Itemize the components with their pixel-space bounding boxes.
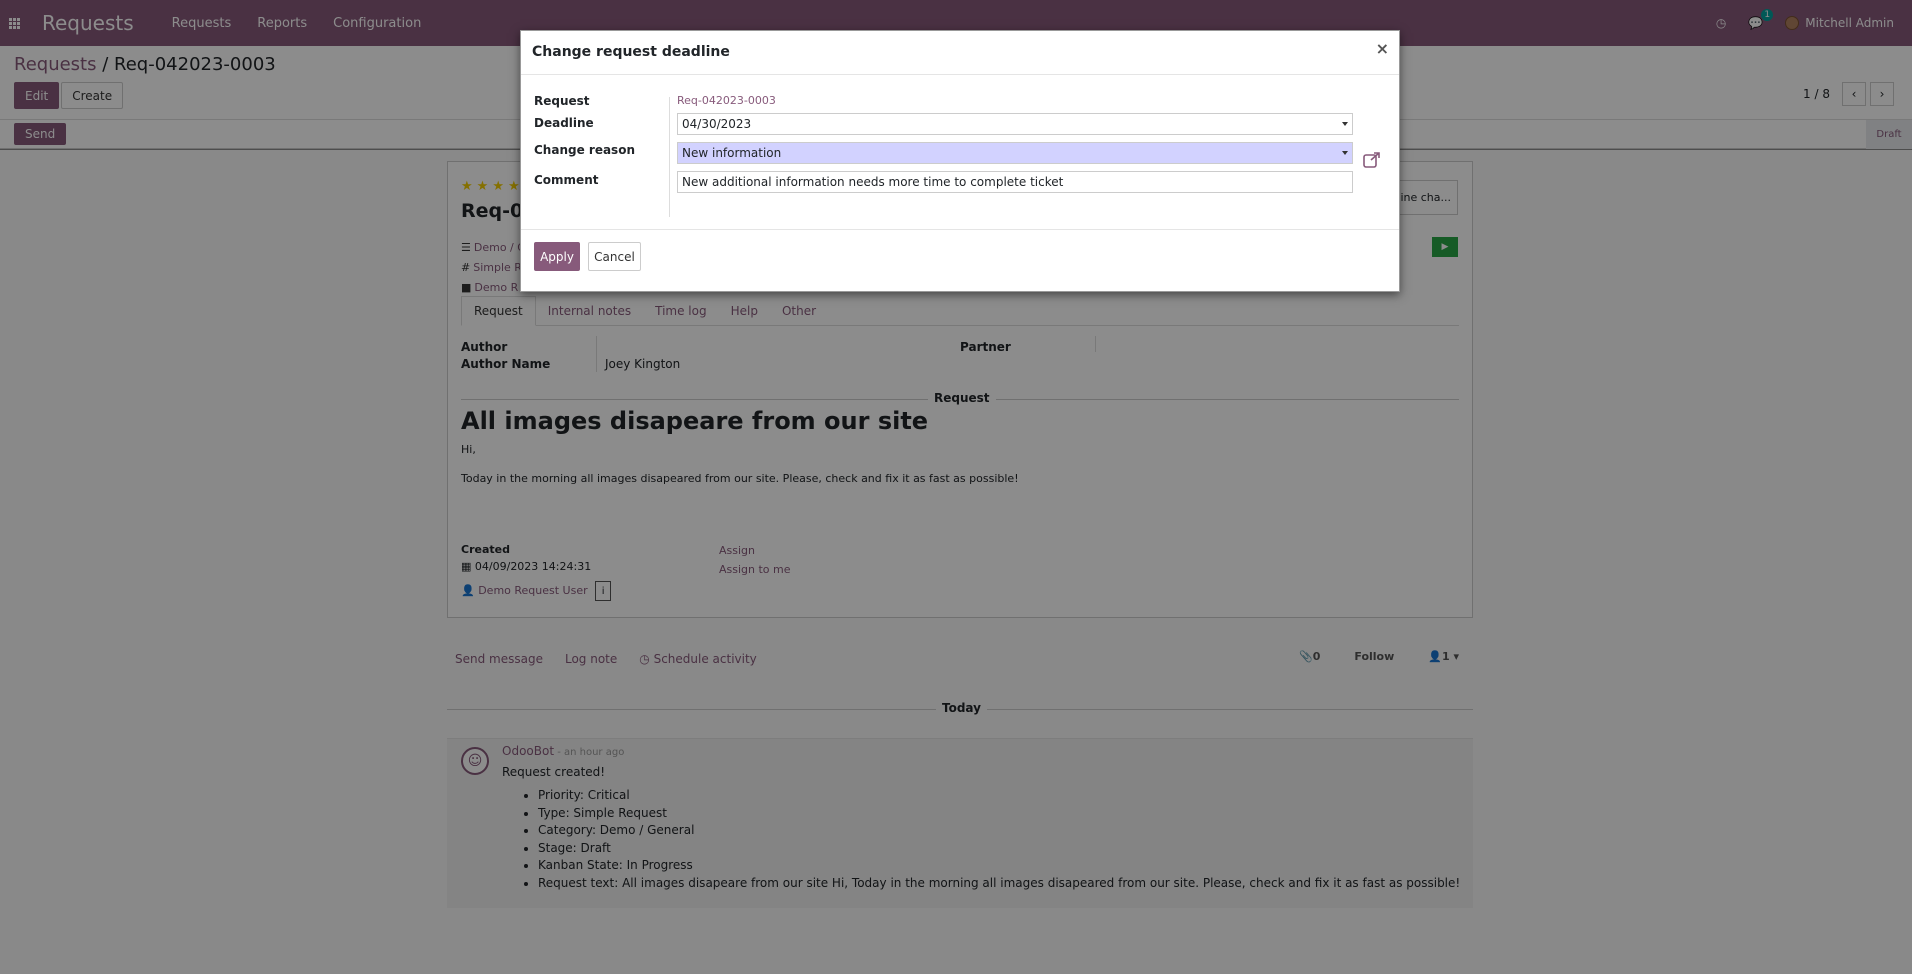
deadline-value: 04/30/2023 <box>682 117 752 131</box>
modal-footer: Apply Cancel <box>521 230 1399 292</box>
request-link[interactable]: Req-042023-0003 <box>677 94 776 107</box>
comment-field[interactable]: New additional information needs more ti… <box>677 171 1353 193</box>
modal-title: Change request deadline <box>532 44 730 60</box>
comment-value: New additional information needs more ti… <box>682 175 1064 189</box>
change-reason-label: Change reason <box>534 143 635 157</box>
close-icon[interactable]: × <box>1376 39 1389 58</box>
deadline-label: Deadline <box>534 116 594 130</box>
apply-button[interactable]: Apply <box>534 242 580 271</box>
modal-body: Request Req-042023-0003 Deadline 04/30/2… <box>521 75 1399 230</box>
chevron-down-icon[interactable] <box>1342 151 1348 155</box>
request-label: Request <box>534 94 590 108</box>
change-reason-select[interactable]: New information <box>677 142 1353 164</box>
field-separator <box>669 97 670 217</box>
cancel-button[interactable]: Cancel <box>588 242 641 271</box>
external-link-icon[interactable] <box>1363 152 1381 168</box>
chevron-down-icon[interactable] <box>1342 122 1348 126</box>
change-deadline-dialog: Change request deadline × Request Req-04… <box>520 30 1400 292</box>
deadline-field[interactable]: 04/30/2023 <box>677 113 1353 135</box>
comment-label: Comment <box>534 173 599 187</box>
modal-header: Change request deadline × <box>521 31 1399 75</box>
change-reason-value: New information <box>682 146 782 160</box>
